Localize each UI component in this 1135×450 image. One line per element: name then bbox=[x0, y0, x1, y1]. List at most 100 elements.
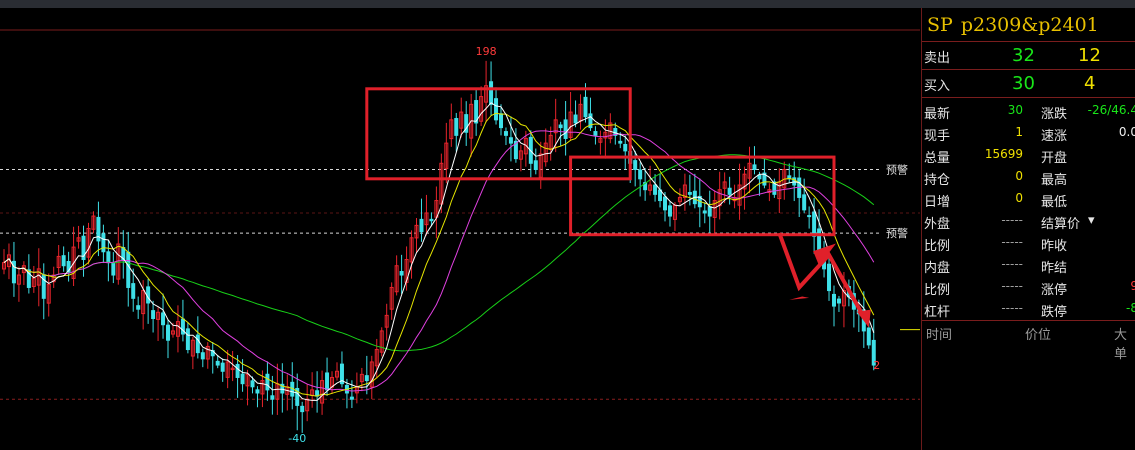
stat-label: 昨结 bbox=[1041, 261, 1068, 276]
warning-tag: 预警 bbox=[886, 163, 908, 177]
stat-label: 最低 bbox=[1041, 195, 1068, 210]
stat-label: 杠杆 bbox=[924, 305, 951, 320]
candle bbox=[727, 187, 732, 195]
stat-value: ----- bbox=[1001, 301, 1023, 315]
candle bbox=[494, 98, 499, 121]
candle bbox=[508, 137, 513, 144]
stat-row: 外盘 ----- 结算价 ▾ bbox=[922, 210, 1135, 232]
sell-price: 32 bbox=[1012, 45, 1035, 66]
candle bbox=[503, 131, 508, 136]
chevron-down-icon[interactable]: ▾ bbox=[1088, 213, 1095, 228]
stat-value: 0.0 bbox=[1118, 125, 1135, 139]
sell-label: 卖出 bbox=[924, 51, 951, 66]
top-toolbar-strip bbox=[0, 0, 1135, 8]
candle bbox=[61, 255, 66, 267]
candle bbox=[151, 310, 156, 319]
stat-value: -26/46.4 bbox=[1087, 103, 1135, 117]
moving-averages-layer bbox=[3, 102, 875, 401]
candle bbox=[185, 328, 190, 351]
warning-tag: 预警 bbox=[886, 226, 908, 240]
candle bbox=[161, 312, 166, 326]
candle bbox=[563, 119, 568, 139]
candle bbox=[265, 373, 270, 391]
instrument-title: SP p2309&p2401 bbox=[927, 14, 1107, 36]
annotation-layer: 预警预警198-402 bbox=[288, 45, 908, 445]
candle bbox=[499, 113, 503, 129]
candle bbox=[752, 164, 757, 171]
candlestick-chart[interactable]: 预警预警198-402 bbox=[0, 8, 920, 450]
candle bbox=[215, 360, 220, 366]
stat-value: ----- bbox=[1001, 235, 1023, 249]
buy-label: 买入 bbox=[924, 79, 951, 94]
candle bbox=[136, 305, 141, 310]
sell-row[interactable]: 卖出 32 12 bbox=[922, 45, 1135, 67]
candle bbox=[663, 196, 668, 211]
candle bbox=[757, 174, 762, 180]
ma5-line bbox=[3, 102, 875, 401]
candle bbox=[325, 372, 330, 391]
stat-value: ----- bbox=[1001, 279, 1023, 293]
stat-row: 内盘 ----- 昨结 bbox=[922, 254, 1135, 276]
candle bbox=[489, 81, 494, 105]
stat-value: 9 bbox=[1130, 279, 1135, 293]
stat-row: 总量 15699 开盘 bbox=[922, 144, 1135, 166]
candle bbox=[300, 405, 305, 413]
stat-value: 15699 bbox=[984, 147, 1023, 161]
stat-label: 昨收 bbox=[1041, 239, 1068, 254]
stat-label: 比例 bbox=[924, 239, 951, 254]
stat-row: 最新 30 涨跌 -26/46.4 bbox=[922, 100, 1135, 122]
candle bbox=[827, 263, 832, 292]
instrument-code: SP bbox=[927, 14, 953, 36]
candle bbox=[866, 327, 871, 346]
candle bbox=[802, 194, 807, 211]
stat-value: 0 bbox=[1015, 191, 1023, 205]
stat-label: 最高 bbox=[1041, 173, 1068, 188]
last-price-label: 2 bbox=[873, 359, 880, 372]
divider bbox=[922, 69, 1135, 70]
candle bbox=[419, 218, 424, 233]
candle bbox=[220, 362, 225, 372]
candle bbox=[707, 206, 712, 217]
candle bbox=[106, 251, 111, 264]
candle bbox=[429, 218, 434, 222]
candle bbox=[618, 140, 623, 144]
candle bbox=[573, 114, 578, 124]
stat-row: 比例 ----- 涨停 9 bbox=[922, 276, 1135, 298]
stat-row: 杠杆 ----- 跌停 -8 bbox=[922, 298, 1135, 320]
candle bbox=[255, 389, 260, 394]
stat-label: 速涨 bbox=[1041, 129, 1068, 144]
candle bbox=[131, 283, 136, 299]
stat-row: 比例 ----- 昨收 bbox=[922, 232, 1135, 254]
candle bbox=[240, 373, 245, 385]
candle bbox=[349, 396, 354, 400]
divider bbox=[922, 97, 1135, 98]
stat-value: 1 bbox=[1015, 125, 1023, 139]
stat-label: 持仓 bbox=[924, 173, 951, 188]
stat-label: 跌停 bbox=[1041, 305, 1068, 320]
stat-value: 0 bbox=[1015, 169, 1023, 183]
candle bbox=[702, 210, 707, 214]
sell-qty: 12 bbox=[1078, 45, 1101, 66]
stat-label: 比例 bbox=[924, 283, 951, 298]
stat-value: ----- bbox=[1001, 257, 1023, 271]
stat-label: 涨停 bbox=[1041, 283, 1068, 298]
divider bbox=[922, 41, 1135, 42]
stat-row: 持仓 0 最高 bbox=[922, 166, 1135, 188]
candle bbox=[653, 184, 658, 195]
candle bbox=[831, 293, 836, 307]
candle bbox=[126, 251, 131, 288]
stat-value: ----- bbox=[1001, 213, 1023, 227]
candles-layer bbox=[2, 60, 876, 433]
stat-label: 结算价 bbox=[1041, 217, 1081, 232]
col-time: 时间 bbox=[926, 328, 953, 343]
stat-label: 开盘 bbox=[1041, 151, 1068, 166]
candle bbox=[558, 124, 563, 129]
buy-row[interactable]: 买入 30 4 bbox=[922, 73, 1135, 95]
candle bbox=[817, 228, 822, 253]
chart-grid bbox=[0, 29, 920, 400]
buy-price: 30 bbox=[1012, 73, 1035, 94]
stat-row: 日增 0 最低 bbox=[922, 188, 1135, 210]
candle bbox=[454, 118, 459, 136]
candle bbox=[111, 262, 116, 276]
stat-label: 最新 bbox=[924, 107, 951, 122]
